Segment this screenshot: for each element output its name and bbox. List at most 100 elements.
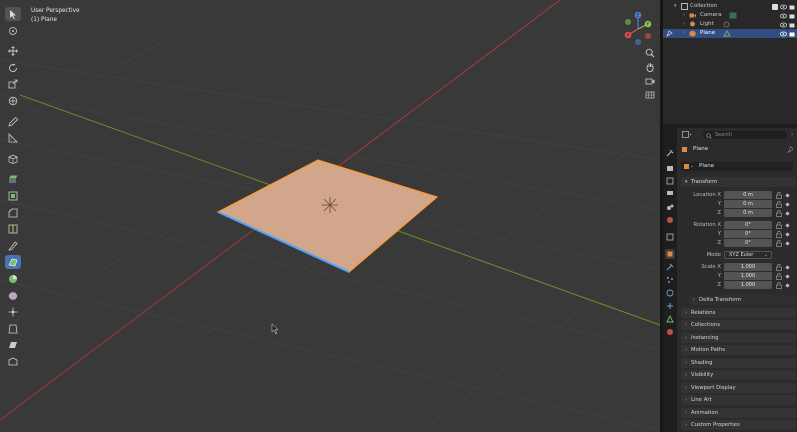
keyframe-dot-icon[interactable] [785,210,790,216]
chevron-down-icon[interactable]: ▾ [685,179,688,185]
edge-slide-icon[interactable] [5,305,21,319]
particles-tab-icon[interactable] [665,275,675,285]
object-tab-icon[interactable] [665,249,675,259]
smooth-icon[interactable] [5,289,21,303]
object-data-tab-icon[interactable] [665,314,675,324]
lock-icon[interactable] [776,263,782,271]
scale-y-field[interactable]: 1.000 [724,272,772,280]
chevron-right-icon[interactable]: › [685,410,687,416]
rotation-y-field[interactable]: 0° [724,230,772,238]
options-chevron-icon[interactable]: ⌄ [790,131,794,137]
extrude-region-icon[interactable] [5,172,21,186]
lock-icon[interactable] [776,191,782,199]
eye-icon[interactable] [780,4,787,10]
panel-relations[interactable]: › Relations [681,307,796,318]
spin-icon[interactable] [5,272,21,286]
chevron-right-icon[interactable]: › [685,422,687,428]
navigation-gizmo[interactable]: Z Y X [620,10,656,46]
rotate-icon[interactable] [5,61,21,75]
keyframe-dot-icon[interactable] [785,273,790,279]
lock-icon[interactable] [776,239,782,247]
panel-transform[interactable]: ▾ Transform [681,177,796,187]
add-cube-icon[interactable] [5,152,21,166]
chevron-down-icon[interactable]: ⌄ [690,163,694,169]
mesh-data-icon[interactable] [723,30,731,37]
panel-collections[interactable]: › Collections [681,320,796,330]
3d-viewport[interactable]: User Perspective (1) Plane Z Y X [0,0,660,432]
output-tab-icon[interactable] [665,176,675,186]
keyframe-dot-icon[interactable] [785,201,790,207]
datablock-selector[interactable]: ⌄ Plane [681,162,793,171]
chevron-right-icon[interactable]: › [685,310,687,316]
material-tab-icon[interactable] [665,327,675,337]
chevron-right-icon[interactable]: › [685,397,687,403]
location-z-field[interactable]: 0 m [724,209,772,217]
camera-view-icon[interactable] [643,74,657,87]
rotation-x-field[interactable]: 0° [724,221,772,229]
physics-tab-icon[interactable] [665,288,675,298]
chevron-right-icon[interactable]: › [685,372,687,378]
camera-data-icon[interactable] [729,12,737,19]
rip-region-icon[interactable] [5,355,21,369]
keyframe-dot-icon[interactable] [785,240,790,246]
chevron-right-icon[interactable]: › [683,12,685,18]
pin-icon[interactable] [787,146,794,153]
zoom-icon[interactable] [643,46,657,59]
keyframe-dot-icon[interactable] [785,231,790,237]
knife-icon[interactable] [5,239,21,253]
keyframe-dot-icon[interactable] [785,264,790,270]
tool-tab-icon[interactable] [665,148,675,158]
datablock-name[interactable]: Plane [699,163,714,170]
panel-visibility[interactable]: › Visibility [681,370,796,380]
camera-render-icon[interactable] [789,31,795,37]
location-y-field[interactable]: 0 m [724,200,772,208]
lock-icon[interactable] [776,230,782,238]
loop-cut-icon[interactable] [5,222,21,236]
lock-icon[interactable] [776,281,782,289]
camera-render-icon[interactable] [789,13,795,19]
lock-icon[interactable] [776,221,782,229]
shrink-fatten-icon[interactable] [5,322,21,336]
rotation-mode-dropdown[interactable]: XYZ Euler ⌄ [724,251,772,259]
chevron-right-icon[interactable]: › [685,335,687,341]
scale-z-field[interactable]: 1.000 [724,281,772,289]
chevron-right-icon[interactable]: › [685,385,687,391]
outliner-row-light[interactable]: › Light [663,20,797,29]
panel-motion-paths[interactable]: › Motion Paths [681,345,796,355]
scale-icon[interactable] [5,77,21,91]
keyframe-dot-icon[interactable] [785,192,790,198]
chevron-right-icon[interactable]: › [693,297,695,303]
panel-instancing[interactable]: › Instancing [681,332,796,343]
chevron-right-icon[interactable]: › [685,322,687,328]
select-box-icon[interactable] [5,7,21,21]
world-tab-icon[interactable] [665,215,675,225]
location-x-field[interactable]: 0 m [724,191,772,199]
render-tab-icon[interactable] [665,163,675,173]
scale-x-field[interactable]: 1.000 [724,263,772,271]
search-input[interactable]: Search [703,131,787,139]
constraints-tab-icon[interactable] [665,301,675,311]
view-layer-tab-icon[interactable] [665,189,675,199]
modifier-tab-icon[interactable] [665,262,675,272]
annotate-icon[interactable] [5,115,21,129]
lock-icon[interactable] [776,200,782,208]
panel-shading[interactable]: › Shading [681,357,796,368]
lock-icon[interactable] [776,272,782,280]
move-icon[interactable] [5,44,21,58]
chevron-down-icon[interactable]: ⌄ [764,252,768,258]
panel-custom-properties[interactable]: › Custom Properties [681,420,796,430]
bevel-icon[interactable] [5,206,21,220]
outliner-row-camera[interactable]: › Camera [663,11,797,20]
chevron-down-icon[interactable]: ▾ [674,3,677,9]
camera-render-icon[interactable] [789,4,795,10]
ortho-grid-icon[interactable] [643,88,657,101]
chevron-right-icon[interactable]: › [683,21,685,27]
shear-icon[interactable] [5,338,21,352]
object-name[interactable]: Plane [693,146,708,152]
transform-icon[interactable] [5,94,21,108]
lock-icon[interactable] [776,209,782,217]
chevron-right-icon[interactable]: › [683,30,685,36]
chevron-right-icon[interactable]: › [685,360,687,366]
keyframe-dot-icon[interactable] [785,282,790,288]
panel-viewport-display[interactable]: › Viewport Display [681,382,796,393]
